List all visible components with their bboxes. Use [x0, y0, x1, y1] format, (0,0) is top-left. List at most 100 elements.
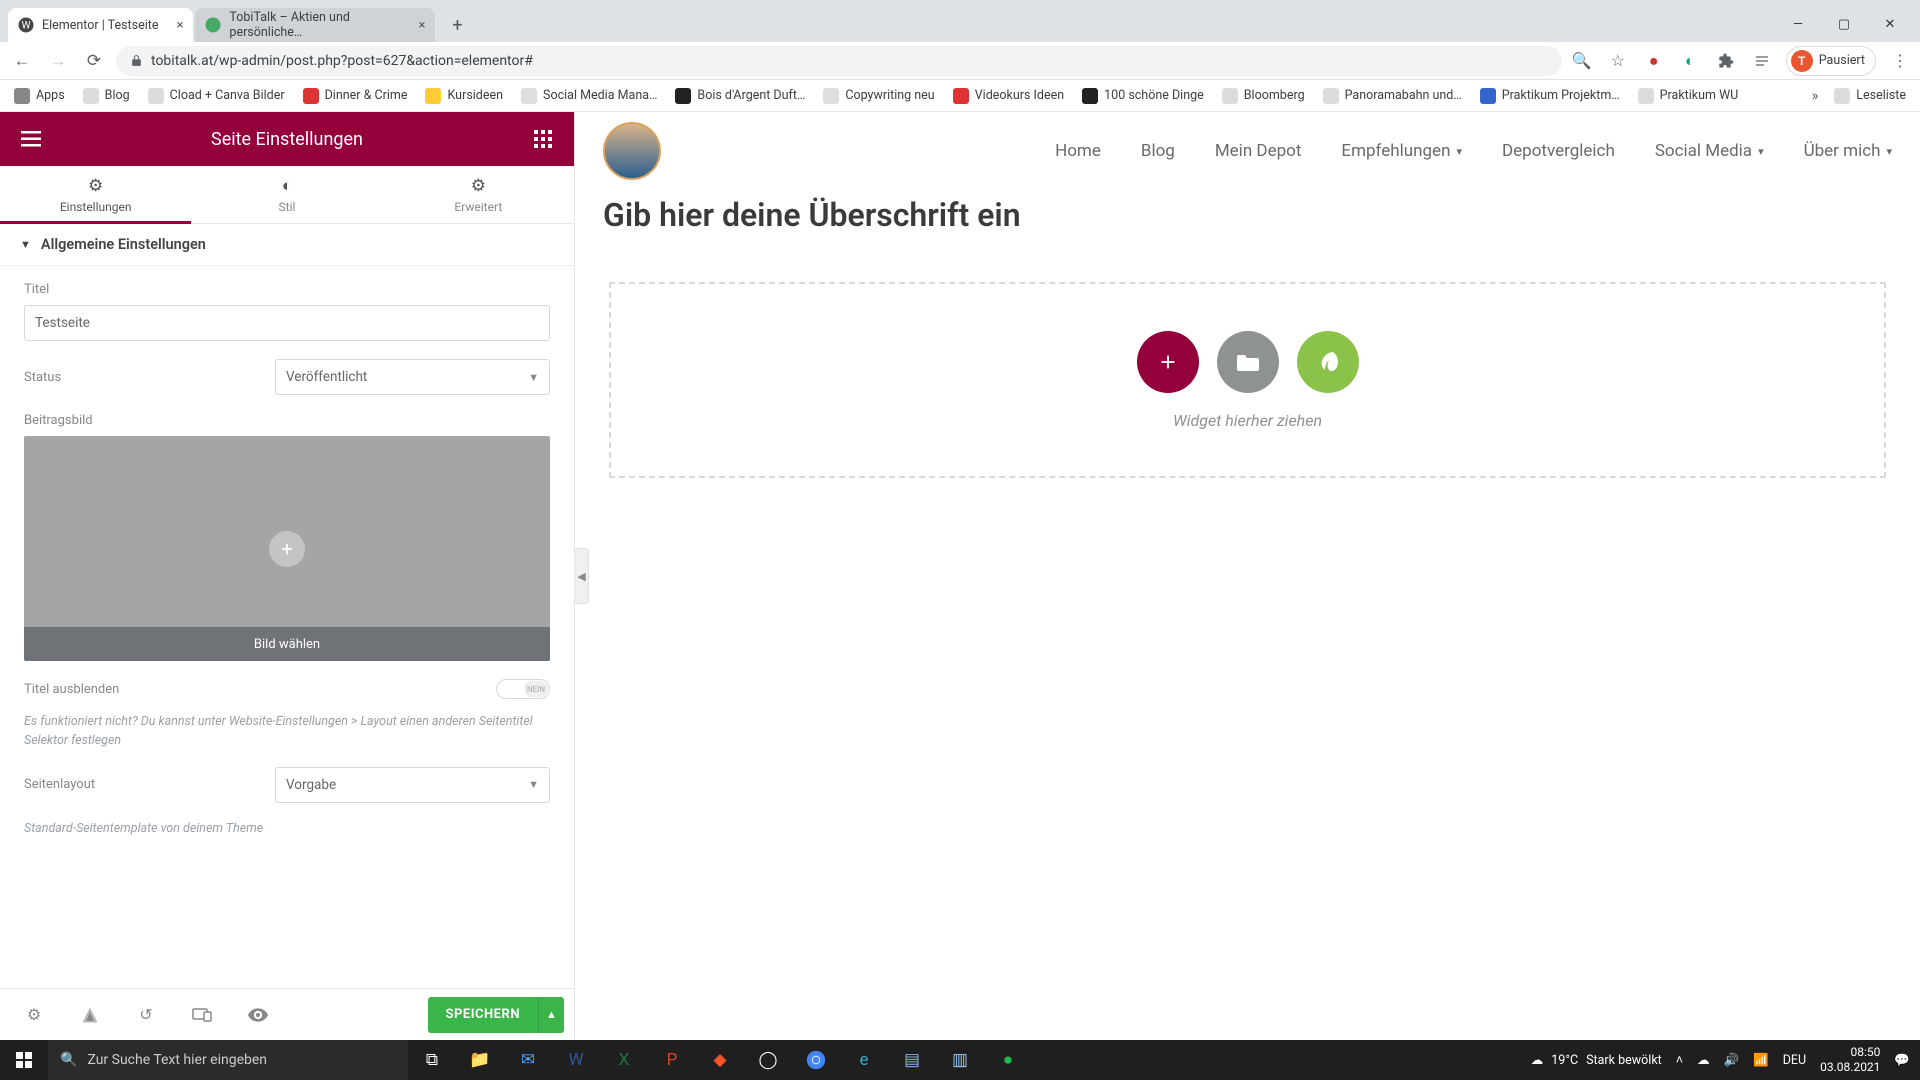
taskbar-apps: ⧉ 📁 ✉ W X P ◆ ◯ e ▤ ▥ ● — [408, 1040, 1032, 1080]
browser-tab[interactable]: TobiTalk – Aktien und persönliche… × — [195, 8, 435, 42]
taskbar-clock[interactable]: 08:50 03.08.2021 — [1820, 1045, 1880, 1075]
forward-button[interactable]: → — [44, 47, 72, 75]
address-bar[interactable]: tobitalk.at/wp-admin/post.php?post=627&a… — [116, 46, 1562, 76]
notifications-icon[interactable]: 💬 — [1894, 1053, 1910, 1068]
nav-item-uebermich[interactable]: Über mich▾ — [1804, 141, 1892, 161]
volume-icon[interactable]: 🔊 — [1724, 1053, 1740, 1068]
preview-eye-icon[interactable] — [234, 995, 282, 1035]
close-icon[interactable]: × — [418, 18, 425, 33]
nav-item-empfehlungen[interactable]: Empfehlungen▾ — [1341, 141, 1462, 161]
excel-icon[interactable]: X — [600, 1040, 648, 1080]
extension-icon[interactable]: ● — [1642, 49, 1666, 73]
history-icon[interactable]: ↺ — [122, 995, 170, 1035]
bookmark-item[interactable]: Kursideen — [419, 85, 509, 107]
heading-widget[interactable]: Gib hier deine Überschrift ein — [587, 190, 1908, 258]
save-options-button[interactable]: ▲ — [538, 997, 564, 1033]
brave-icon[interactable]: ◆ — [696, 1040, 744, 1080]
readinglist-icon[interactable] — [1750, 49, 1774, 73]
spotify-icon[interactable]: ● — [984, 1040, 1032, 1080]
hamburger-menu-icon[interactable] — [16, 124, 46, 154]
edge-icon[interactable]: e — [840, 1040, 888, 1080]
weather-widget[interactable]: ☁ 19°C Stark bewölkt — [1531, 1052, 1662, 1068]
explorer-icon[interactable]: 📁 — [456, 1040, 504, 1080]
sidebar-footer: ⚙ ↺ SPEICHERN ▲ — [0, 988, 574, 1040]
readinglist-button[interactable]: Leseliste — [1828, 85, 1912, 107]
nav-item-blog[interactable]: Blog — [1141, 141, 1175, 161]
bookmark-star-icon[interactable]: ☆ — [1606, 49, 1630, 73]
status-select[interactable]: Veröffentlicht ▼ — [275, 359, 550, 395]
taskview-icon[interactable]: ⧉ — [408, 1040, 456, 1080]
save-button[interactable]: SPEICHERN — [428, 997, 539, 1033]
tray-chevron-icon[interactable]: ˄ — [1676, 1053, 1683, 1068]
minimize-button[interactable]: — — [1776, 9, 1820, 39]
page-settings-icon[interactable]: ⚙ — [10, 995, 58, 1035]
zoom-icon[interactable]: 🔍 — [1570, 49, 1594, 73]
tab-style[interactable]: ◐ Stil — [191, 166, 382, 223]
widgets-grid-icon[interactable] — [528, 124, 558, 154]
extensions-puzzle-icon[interactable] — [1714, 49, 1738, 73]
page-icon — [425, 88, 441, 104]
chrome-icon[interactable] — [792, 1040, 840, 1080]
extension-icon[interactable]: ◐ — [1678, 49, 1702, 73]
page-icon — [1222, 88, 1238, 104]
bookmark-item[interactable]: Apps — [8, 85, 71, 107]
bookmark-item[interactable]: Praktikum WU — [1632, 85, 1745, 107]
nav-item-home[interactable]: Home — [1055, 141, 1101, 161]
navigator-icon[interactable] — [66, 995, 114, 1035]
notepad-icon[interactable]: ▥ — [936, 1040, 984, 1080]
bookmark-item[interactable]: Copywriting neu — [817, 85, 940, 107]
bookmark-item[interactable]: Dinner & Crime — [297, 85, 414, 107]
tab-settings[interactable]: ⚙ Einstellungen — [0, 166, 191, 223]
hide-title-toggle[interactable]: NEIN — [496, 679, 550, 699]
back-button[interactable]: ← — [8, 47, 36, 75]
mail-icon[interactable]: ✉ — [504, 1040, 552, 1080]
nav-item-depotvergleich[interactable]: Depotvergleich — [1502, 141, 1615, 161]
browser-tab-active[interactable]: W Elementor | Testseite × — [8, 8, 193, 42]
powerpoint-icon[interactable]: P — [648, 1040, 696, 1080]
bookmark-item[interactable]: Cload + Canva Bilder — [142, 85, 291, 107]
bookmark-item[interactable]: Social Media Mana… — [515, 85, 663, 107]
page-icon — [303, 88, 319, 104]
section-header-general[interactable]: ▼ Allgemeine Einstellungen — [0, 224, 574, 266]
obs-icon[interactable]: ◯ — [744, 1040, 792, 1080]
featured-image-picker[interactable]: + Bild wählen — [24, 436, 550, 661]
bookmark-item[interactable]: Bois d'Argent Duft… — [669, 85, 811, 107]
wifi-icon[interactable]: 📶 — [1753, 1053, 1769, 1068]
gear-icon: ⚙ — [88, 176, 103, 196]
bookmark-item[interactable]: Bloomberg — [1216, 85, 1311, 107]
sidebar-collapse-handle[interactable]: ◀ — [575, 548, 589, 604]
bookmark-item[interactable]: Blog — [77, 85, 136, 107]
app-icon[interactable]: ▤ — [888, 1040, 936, 1080]
layout-select[interactable]: Vorgabe ▼ — [275, 767, 550, 803]
language-indicator[interactable]: DEU — [1783, 1053, 1806, 1068]
bookmark-item[interactable]: Videokurs Ideen — [947, 85, 1070, 107]
nav-item-depot[interactable]: Mein Depot — [1215, 141, 1302, 161]
bookmark-item[interactable]: Praktikum Projektm… — [1474, 85, 1626, 107]
weather-temp: 19°C — [1551, 1053, 1578, 1068]
chevron-down-icon: ▼ — [528, 778, 539, 791]
profile-paused-chip[interactable]: T Pausiert — [1786, 46, 1876, 76]
start-button[interactable] — [0, 1040, 48, 1080]
kebab-menu-icon[interactable]: ⋮ — [1888, 49, 1912, 73]
taskbar-search[interactable]: 🔍 Zur Suche Text hier eingeben — [48, 1040, 408, 1080]
template-library-button[interactable] — [1217, 331, 1279, 393]
site-logo[interactable] — [603, 122, 661, 180]
envato-button[interactable] — [1297, 331, 1359, 393]
new-tab-button[interactable]: + — [443, 11, 471, 39]
bookmarks-overflow-button[interactable]: » — [1812, 88, 1819, 104]
onedrive-icon[interactable]: ☁ — [1697, 1052, 1710, 1068]
reload-button[interactable]: ⟳ — [80, 47, 108, 75]
responsive-icon[interactable] — [178, 995, 226, 1035]
maximize-button[interactable]: ▢ — [1822, 9, 1866, 39]
close-window-button[interactable]: ✕ — [1868, 9, 1912, 39]
bookmark-item[interactable]: 100 schöne Dinge — [1076, 85, 1210, 107]
title-input[interactable] — [24, 305, 550, 341]
tab-advanced[interactable]: ⚙ Erweitert — [383, 166, 574, 223]
add-section-button[interactable] — [1137, 331, 1199, 393]
help-text: Standard-Seitentemplate von deinem Theme — [24, 821, 550, 836]
close-icon[interactable]: × — [176, 18, 183, 33]
word-icon[interactable]: W — [552, 1040, 600, 1080]
add-section-dropzone[interactable]: Widget hierher ziehen — [609, 282, 1886, 478]
nav-item-socialmedia[interactable]: Social Media▾ — [1655, 141, 1764, 161]
bookmark-item[interactable]: Panoramabahn und… — [1317, 85, 1468, 107]
